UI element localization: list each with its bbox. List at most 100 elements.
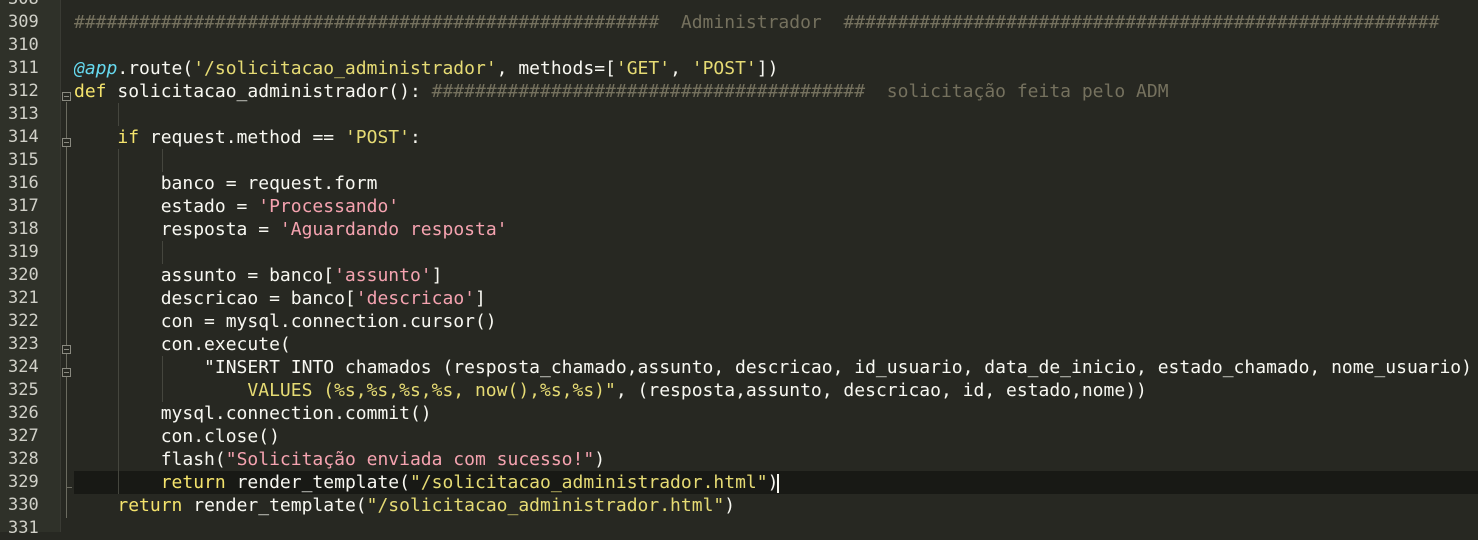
string-literal: "Solicitação enviada com sucesso!": [225, 449, 595, 470]
code-line: con.close(): [74, 425, 1478, 448]
indent-guide: [118, 172, 119, 195]
comment: ########################################…: [74, 12, 660, 33]
code-text: ): [724, 495, 736, 516]
code-text: con.execute(: [160, 334, 291, 355]
code-text: .route(: [117, 58, 194, 79]
code-line: descricao = banco['descricao']: [74, 287, 1478, 310]
comment: ########################################…: [420, 81, 1169, 102]
code-text: solicitacao_administrador():: [106, 81, 421, 102]
line-number: 320: [8, 265, 39, 285]
string-literal: "/solicitacao_administrador.html": [409, 472, 768, 493]
indent-guide: [118, 287, 119, 310]
code-text: descricao = banco[: [160, 288, 356, 309]
code-line: flash("Solicitação enviada com sucesso!"…: [74, 448, 1478, 471]
current-code-line: return render_template("/solicitacao_adm…: [74, 471, 1478, 494]
code-text: flash(: [160, 449, 226, 470]
indent-guide: [118, 448, 119, 471]
code-text: , (resposta,assunto, descricao, id, esta…: [615, 380, 1147, 401]
string-literal: 'POST': [691, 58, 757, 79]
indent-guide: [118, 264, 119, 287]
line-number: 330: [8, 495, 39, 515]
string-literal: "/solicitacao_administrador.html": [366, 495, 725, 516]
code-text: :: [409, 127, 421, 148]
code-text: , methods=[: [496, 58, 616, 79]
line-number: 312: [8, 81, 39, 101]
code-line: [74, 103, 1478, 126]
indent-guide: [118, 103, 119, 126]
line-number: 310: [8, 35, 39, 55]
string-literal: 'GET': [615, 58, 671, 79]
line-number: 326: [8, 403, 39, 423]
code-text: render_template(: [182, 495, 367, 516]
code-line: [74, 241, 1478, 264]
indent-guide: [162, 241, 163, 264]
indent-guide: [118, 379, 119, 402]
code-text: ): [594, 449, 606, 470]
code-line: resposta = 'Aguardando resposta': [74, 218, 1478, 241]
line-number: 309: [8, 12, 39, 32]
indent-guide: [162, 379, 163, 402]
code-text: ]: [431, 265, 443, 286]
string-literal: 'Processando': [258, 196, 400, 217]
line-number: 317: [8, 196, 39, 216]
code-text: "INSERT INTO chamados (resposta_chamado,…: [204, 357, 1472, 378]
indent-guide: [118, 333, 119, 356]
string-literal: VALUES (%s,%s,%s,%s, now(),%s,%s)": [247, 380, 616, 401]
code-text: ]): [756, 58, 779, 79]
indent-guide: [118, 195, 119, 218]
comment: ########################################…: [843, 12, 1440, 33]
indent-guide: [118, 471, 119, 494]
line-number: 313: [8, 104, 39, 124]
code-line: return render_template("/solicitacao_adm…: [74, 494, 1478, 517]
code-line: @app.route('/solicitacao_administrador',…: [74, 57, 1478, 80]
line-number: 315: [8, 150, 39, 170]
line-number: 308: [0, 0, 42, 11]
line-number: 331: [8, 518, 39, 538]
line-number: 323: [8, 334, 39, 354]
line-number: 327: [8, 426, 39, 446]
line-number: 322: [8, 311, 39, 331]
string-literal: 'descricao': [355, 288, 475, 309]
code-text: mysql.connection.commit(): [160, 403, 432, 424]
line-number: 318: [8, 219, 39, 239]
indent-guide: [118, 356, 119, 379]
string-literal: 'POST': [344, 127, 410, 148]
code-text: con.close(): [160, 426, 280, 447]
indent-guide: [162, 356, 163, 379]
code-text: ,: [670, 58, 692, 79]
code-editor[interactable]: ########################################…: [74, 0, 1478, 540]
fold-toggle-icon[interactable]: [62, 92, 71, 101]
line-number-gutter: 308 309 310 311 312 313 314 315 316 317 …: [0, 0, 60, 538]
line-number: 311: [8, 58, 39, 78]
indent-guide: [118, 218, 119, 241]
keyword: return: [117, 495, 183, 516]
line-number: 316: [8, 173, 39, 193]
text-cursor: [777, 473, 780, 493]
fold-margin: [60, 0, 75, 532]
code-line: con = mysql.connection.cursor(): [74, 310, 1478, 333]
line-number: 314: [8, 127, 39, 147]
fold-toggle-icon[interactable]: [62, 138, 71, 147]
string-literal: 'assunto': [334, 265, 432, 286]
code-line: assunto = banco['assunto']: [74, 264, 1478, 287]
indent-guide: [118, 149, 119, 172]
code-line: [74, 149, 1478, 172]
keyword: def: [74, 81, 107, 102]
line-number: 325: [8, 380, 39, 400]
fold-toggle-icon[interactable]: [62, 345, 71, 354]
code-line: if request.method == 'POST':: [74, 126, 1478, 149]
code-text: con = mysql.connection.cursor(): [160, 311, 497, 332]
indent-guide: [118, 310, 119, 333]
indent-guide: [162, 149, 163, 172]
fold-toggle-icon[interactable]: [62, 368, 71, 377]
line-number: 324: [8, 357, 39, 377]
decorator: @app: [74, 58, 118, 79]
line-number: 319: [8, 242, 39, 262]
code-line: ########################################…: [74, 11, 1478, 34]
keyword: return: [160, 472, 226, 493]
code-text: resposta =: [160, 219, 280, 240]
fold-end-marker: [66, 487, 72, 488]
